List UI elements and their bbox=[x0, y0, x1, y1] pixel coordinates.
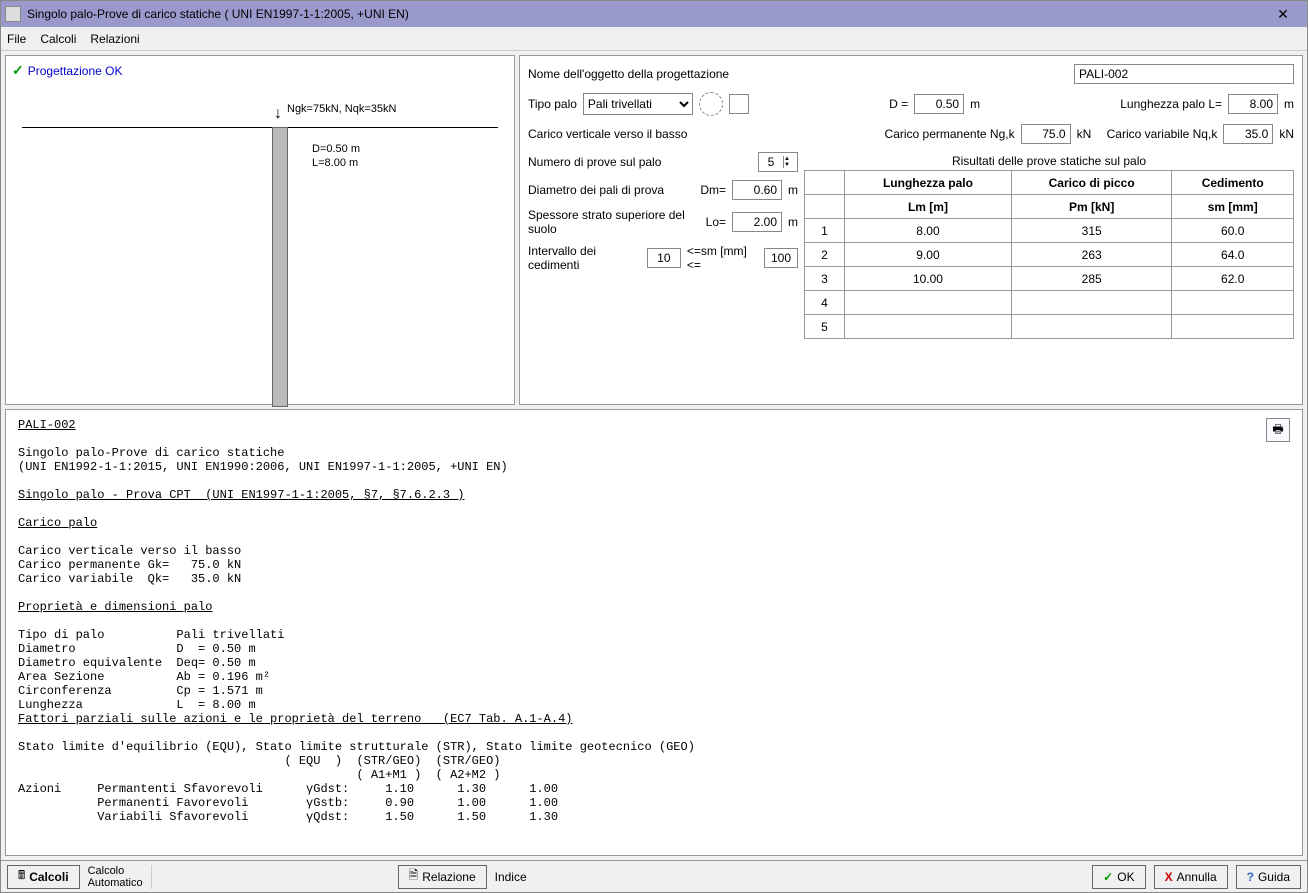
dm-unit: m bbox=[788, 183, 798, 197]
lo-input[interactable] bbox=[732, 212, 782, 232]
nqk-label: Carico variabile Nq,k bbox=[1107, 127, 1218, 141]
form-panel: Nome dell'oggetto della progettazione Ti… bbox=[519, 55, 1303, 405]
check-icon: ✓ bbox=[1103, 870, 1113, 884]
tipo-label: Tipo palo bbox=[528, 97, 577, 111]
unit-settle: sm [mm] bbox=[1172, 195, 1294, 219]
table-caption: Risultati delle prove statiche sul palo bbox=[804, 152, 1294, 170]
length-input[interactable] bbox=[1228, 94, 1278, 114]
pile-shape bbox=[272, 127, 288, 407]
table-row[interactable]: 5 bbox=[805, 315, 1294, 339]
pile-drawing: Ngk=75kN, Nqk=35kN ↓ D=0.50 m L=8.00 m bbox=[12, 87, 508, 387]
app-icon bbox=[5, 6, 21, 22]
table-row[interactable]: 18.0031560.0 bbox=[805, 219, 1294, 243]
load-direction-label: Carico verticale verso il basso bbox=[528, 127, 879, 141]
annulla-button[interactable]: X Annulla bbox=[1154, 865, 1228, 889]
col-settle: Cedimento bbox=[1172, 171, 1294, 195]
sm-mid: <=sm [mm] <= bbox=[687, 244, 758, 272]
lo-unit: m bbox=[788, 215, 798, 229]
ntrials-spinner[interactable]: ▲▼ bbox=[758, 152, 798, 172]
statusbar: 🖩 Calcoli Calcolo Automatico 🗎 Relazione… bbox=[1, 860, 1307, 892]
relazione-button[interactable]: 🗎 Relazione bbox=[398, 865, 487, 889]
d-unit: m bbox=[970, 97, 980, 111]
dm-label: Diametro dei pali di prova bbox=[528, 183, 694, 197]
print-icon[interactable]: 🖶 bbox=[1266, 418, 1290, 442]
lo-label: Spessore strato superiore del suolo bbox=[528, 208, 700, 236]
design-status: ✓ Progettazione OK bbox=[12, 62, 508, 79]
dm-prefix: Dm= bbox=[700, 183, 726, 197]
ground-line bbox=[22, 127, 498, 128]
lo-prefix: Lo= bbox=[706, 215, 726, 229]
drawing-panel: ✓ Progettazione OK Ngk=75kN, Nqk=35kN ↓ … bbox=[5, 55, 515, 405]
window-title: Singolo palo-Prove di carico statiche ( … bbox=[27, 7, 1263, 21]
report-panel: 🖶 PALI-002 Singolo palo-Prove di carico … bbox=[5, 409, 1303, 856]
pile-type-select[interactable]: Pali trivellati bbox=[583, 93, 693, 115]
sm-label: Intervallo dei cedimenti bbox=[528, 244, 641, 272]
calculator-icon: 🖩 bbox=[18, 866, 25, 887]
nqk-input[interactable] bbox=[1223, 124, 1273, 144]
dm-input[interactable] bbox=[732, 180, 782, 200]
titlebar: Singolo palo-Prove di carico statiche ( … bbox=[1, 1, 1307, 27]
col-length: Lunghezza palo bbox=[845, 171, 1012, 195]
calcoli-button[interactable]: 🖩 Calcoli bbox=[7, 865, 80, 889]
sm-min-input[interactable] bbox=[647, 248, 681, 268]
sm-max-input[interactable] bbox=[764, 248, 798, 268]
ntrials-label: Numero di prove sul palo bbox=[528, 155, 752, 169]
trial-params: Numero di prove sul palo ▲▼ Diametro dei… bbox=[528, 152, 798, 396]
indice-label[interactable]: Indice bbox=[495, 870, 527, 884]
compass-icon[interactable] bbox=[699, 92, 723, 116]
name-label: Nome dell'oggetto della progettazione bbox=[528, 67, 1068, 81]
help-icon: ? bbox=[1247, 870, 1254, 884]
nqk-unit: kN bbox=[1279, 127, 1294, 141]
guida-button[interactable]: ? Guida bbox=[1236, 865, 1301, 889]
check-icon: ✓ bbox=[12, 62, 24, 79]
ok-button[interactable]: ✓ OK bbox=[1092, 865, 1145, 889]
length-label: Lunghezza palo L= bbox=[1120, 97, 1222, 111]
color-picker[interactable] bbox=[729, 94, 749, 114]
table-row[interactable]: 29.0026364.0 bbox=[805, 243, 1294, 267]
load-arrow-icon: ↓ bbox=[274, 107, 282, 121]
length-unit: m bbox=[1284, 97, 1294, 111]
ngk-input[interactable] bbox=[1021, 124, 1071, 144]
unit-length: Lm [m] bbox=[845, 195, 1012, 219]
d-label: D = bbox=[889, 97, 908, 111]
load-annotation: Ngk=75kN, Nqk=35kN bbox=[287, 103, 396, 115]
col-peak: Carico di picco bbox=[1011, 171, 1171, 195]
design-name-input[interactable] bbox=[1074, 64, 1294, 84]
menu-file[interactable]: File bbox=[7, 32, 26, 46]
ngk-unit: kN bbox=[1077, 127, 1092, 141]
unit-peak: Pm [kN] bbox=[1011, 195, 1171, 219]
report-text: PALI-002 Singolo palo-Prove di carico st… bbox=[18, 418, 1290, 824]
menu-calcoli[interactable]: Calcoli bbox=[40, 32, 76, 46]
results-table: Lunghezza palo Carico di picco Cedimento… bbox=[804, 170, 1294, 339]
x-icon: X bbox=[1165, 870, 1173, 884]
menubar: File Calcoli Relazioni bbox=[1, 27, 1307, 51]
diameter-input[interactable] bbox=[914, 94, 964, 114]
document-icon: 🗎 bbox=[409, 866, 419, 887]
menu-relazioni[interactable]: Relazioni bbox=[90, 32, 139, 46]
table-row[interactable]: 4 bbox=[805, 291, 1294, 315]
dimension-annotation: D=0.50 m L=8.00 m bbox=[312, 142, 360, 170]
ngk-label: Carico permanente Ng,k bbox=[885, 127, 1015, 141]
table-row[interactable]: 310.0028562.0 bbox=[805, 267, 1294, 291]
calc-mode: Calcolo Automatico bbox=[88, 865, 143, 889]
ntrials-input[interactable] bbox=[759, 155, 783, 169]
close-button[interactable]: ✕ bbox=[1263, 6, 1303, 23]
status-text: Progettazione OK bbox=[28, 64, 123, 78]
